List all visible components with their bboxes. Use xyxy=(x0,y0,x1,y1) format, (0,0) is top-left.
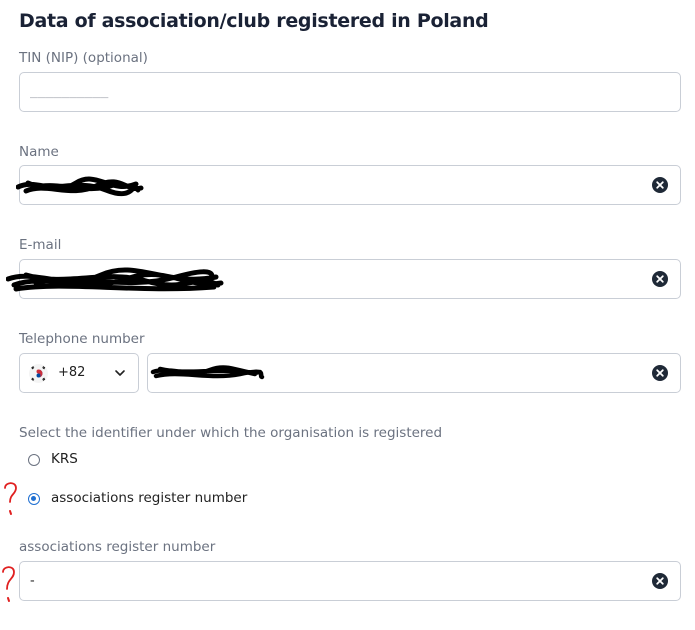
clear-name-button[interactable] xyxy=(652,177,668,193)
tin-label: TIN (NIP) (optional) xyxy=(19,50,148,66)
identifier-label: Select the identifier under which the or… xyxy=(19,425,443,441)
redaction-scribble xyxy=(150,365,265,380)
email-label: E-mail xyxy=(19,237,62,253)
close-icon xyxy=(656,181,664,189)
question-mark-annotation-icon xyxy=(4,482,17,515)
radio-label: associations register number xyxy=(51,490,248,506)
south-korea-flag-icon xyxy=(29,364,48,383)
radio-label: KRS xyxy=(51,451,78,467)
clear-register-number-button[interactable] xyxy=(652,573,668,589)
register-number-value: - xyxy=(30,573,35,589)
name-label: Name xyxy=(19,144,59,160)
radio-button[interactable] xyxy=(28,454,40,466)
radio-button[interactable] xyxy=(28,493,40,505)
country-code-select[interactable]: +82 xyxy=(19,353,139,393)
clear-phone-button[interactable] xyxy=(652,365,668,381)
name-input[interactable] xyxy=(16,165,681,205)
chevron-down-icon xyxy=(115,370,125,376)
phone-input[interactable] xyxy=(147,353,681,393)
form-title: Data of association/club registered in P… xyxy=(19,10,489,32)
clear-email-button[interactable] xyxy=(652,271,668,287)
country-dial-code: +82 xyxy=(58,365,86,380)
phone-label: Telephone number xyxy=(19,331,145,347)
tin-placeholder: __________ xyxy=(30,84,109,99)
close-icon xyxy=(656,369,664,377)
register-number-label: associations register number xyxy=(19,539,216,555)
question-mark-annotation-icon xyxy=(2,566,15,602)
redaction-scribble xyxy=(16,176,144,197)
tin-input[interactable]: __________ xyxy=(19,72,681,112)
register-number-input[interactable]: - xyxy=(19,561,681,601)
close-icon xyxy=(656,577,664,585)
close-icon xyxy=(656,275,664,283)
email-input[interactable] xyxy=(6,259,681,299)
redaction-scribble xyxy=(6,267,224,292)
